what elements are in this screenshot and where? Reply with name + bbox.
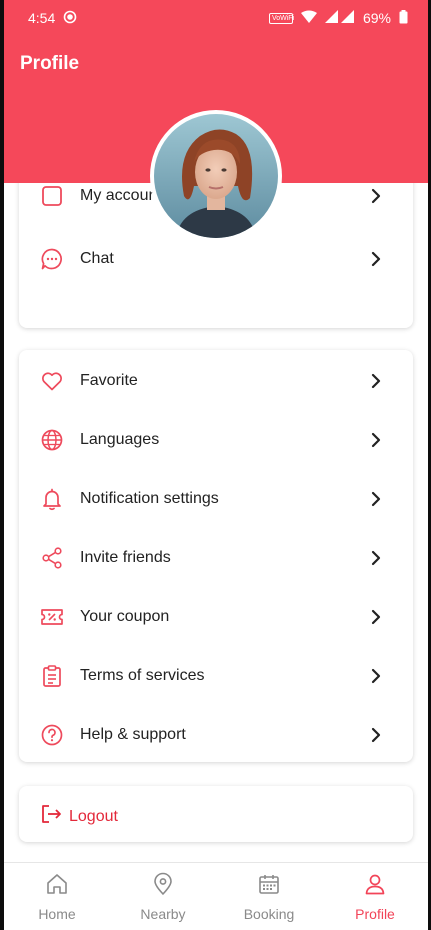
- nav-item-nearby[interactable]: Nearby: [110, 863, 216, 930]
- chat-bubble-icon: [39, 246, 65, 272]
- avatar-frame[interactable]: [150, 110, 282, 242]
- menu-item-invite-friends[interactable]: Invite friends: [19, 528, 413, 587]
- nav-label-home: Home: [38, 906, 76, 922]
- logout-icon: [39, 802, 63, 831]
- calendar-icon: [257, 872, 281, 899]
- menu-item-label: Terms of services: [80, 666, 205, 684]
- profile-menu-scroll[interactable]: My account Chat Favorite Languages Notif…: [4, 183, 428, 862]
- chevron-right-icon: [367, 372, 385, 390]
- globe-icon: [39, 427, 65, 453]
- chevron-right-icon: [367, 187, 385, 205]
- location-pin-icon: [151, 872, 175, 899]
- page-title: Profile: [20, 53, 80, 74]
- wifi-icon: [300, 10, 317, 26]
- battery-level: 69%: [362, 10, 391, 26]
- chevron-right-icon: [367, 726, 385, 744]
- user-icon: [363, 872, 387, 899]
- chevron-right-icon: [367, 490, 385, 508]
- menu-item-favorite[interactable]: Favorite: [19, 351, 413, 410]
- bottom-navigation: Home Nearby Booking Profile: [4, 862, 428, 930]
- menu-item-label: Languages: [80, 430, 160, 448]
- bell-icon: [39, 486, 65, 512]
- battery-icon: [399, 9, 408, 27]
- menu-item-help-support[interactable]: Help & support: [19, 705, 413, 764]
- question-circle-icon: [39, 722, 65, 748]
- nav-item-profile[interactable]: Profile: [322, 863, 428, 930]
- menu-item-label: Invite friends: [80, 548, 171, 566]
- menu-item-label: Notification settings: [80, 489, 219, 507]
- menu-item-label: Favorite: [80, 371, 138, 389]
- logout-label: Logout: [69, 807, 118, 825]
- account-icon: [39, 183, 65, 209]
- chevron-right-icon: [367, 250, 385, 268]
- chevron-right-icon: [367, 431, 385, 449]
- chevron-right-icon: [367, 608, 385, 626]
- nav-item-home[interactable]: Home: [4, 863, 110, 930]
- chevron-right-icon: [367, 549, 385, 567]
- menu-item-label: Help & support: [80, 725, 186, 743]
- logout-card: Logout: [19, 786, 413, 842]
- nav-label-profile: Profile: [355, 906, 395, 922]
- menu-item-label: Chat: [80, 249, 114, 267]
- device-frame-left: [0, 0, 4, 930]
- wifi-calling-badge: VoWiFi: [268, 12, 294, 24]
- record-indicator-icon: [63, 10, 77, 27]
- nav-label-nearby: Nearby: [140, 906, 186, 922]
- clipboard-icon: [39, 663, 65, 689]
- menu-item-languages[interactable]: Languages: [19, 410, 413, 469]
- coupon-icon: [39, 604, 65, 630]
- avatar[interactable]: [154, 114, 278, 238]
- menu-item-your-coupon[interactable]: Your coupon: [19, 587, 413, 646]
- share-icon: [39, 545, 65, 571]
- menu-item-label: Your coupon: [80, 607, 170, 625]
- heart-icon: [39, 368, 65, 394]
- menu-item-terms-of-services[interactable]: Terms of services: [19, 646, 413, 705]
- signal-icon: [324, 10, 355, 26]
- menu-item-notification-settings[interactable]: Notification settings: [19, 469, 413, 528]
- chevron-right-icon: [367, 667, 385, 685]
- settings-card: Favorite Languages Notification settings: [19, 350, 413, 762]
- home-icon: [45, 872, 69, 899]
- logout-button[interactable]: Logout: [39, 802, 118, 831]
- nav-item-booking[interactable]: Booking: [216, 863, 322, 930]
- status-bar: 4:54 VoWiFi 69%: [4, 0, 428, 36]
- status-time: 4:54: [28, 10, 56, 26]
- nav-label-booking: Booking: [243, 906, 295, 922]
